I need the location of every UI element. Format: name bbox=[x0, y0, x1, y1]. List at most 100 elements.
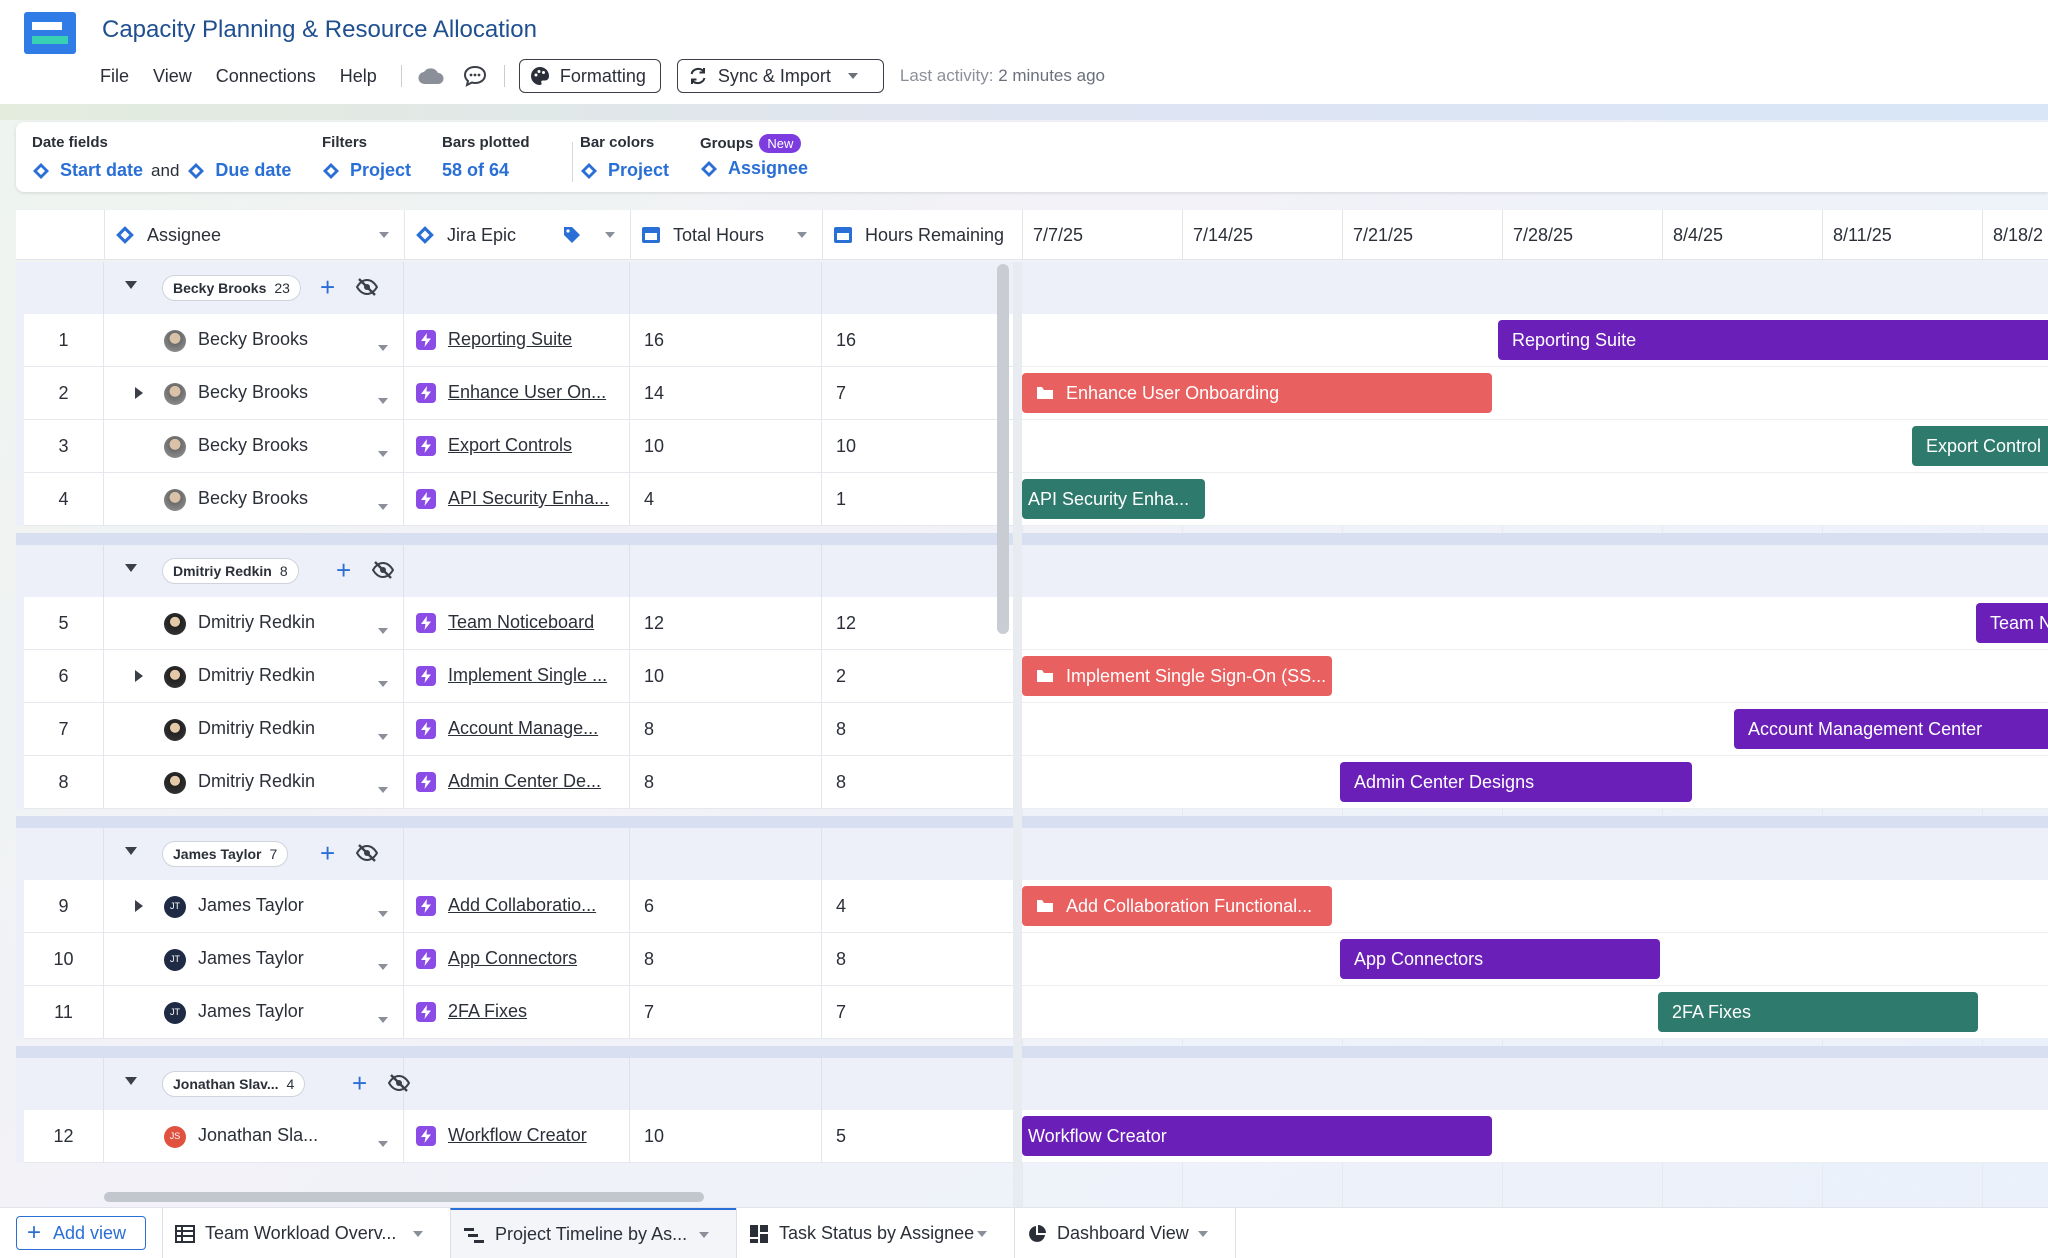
jira-epic-cell[interactable]: App Connectors bbox=[404, 933, 630, 986]
table-row[interactable]: 5 Dmitriy Redkin Team Noticeboard 12 12 bbox=[24, 597, 1013, 650]
hide-icon[interactable] bbox=[388, 1074, 410, 1092]
expand-row-icon[interactable] bbox=[134, 386, 144, 400]
expand-row-icon[interactable] bbox=[134, 899, 144, 913]
collapse-group-icon[interactable] bbox=[124, 563, 138, 573]
hours-remaining-cell[interactable]: 5 bbox=[822, 1110, 1005, 1163]
chevron-down-icon[interactable] bbox=[378, 231, 390, 239]
epic-link[interactable]: Add Collaboratio... bbox=[448, 895, 596, 916]
total-hours-cell[interactable]: 14 bbox=[630, 367, 822, 420]
hours-remaining-cell[interactable]: 10 bbox=[822, 420, 1005, 473]
assignee-cell[interactable]: JT James Taylor bbox=[104, 880, 404, 933]
chevron-down-icon[interactable] bbox=[377, 955, 389, 976]
hours-remaining-cell[interactable]: 8 bbox=[822, 756, 1005, 809]
vertical-scrollbar[interactable] bbox=[997, 264, 1009, 634]
epic-link[interactable]: 2FA Fixes bbox=[448, 1001, 527, 1022]
total-hours-cell[interactable]: 12 bbox=[630, 597, 822, 650]
tag-icon[interactable] bbox=[562, 225, 582, 245]
table-row[interactable]: 9 JT James Taylor Add Collaboratio... 6 4 bbox=[24, 880, 1013, 933]
chevron-down-icon[interactable] bbox=[377, 672, 389, 693]
epic-link[interactable]: Export Controls bbox=[448, 435, 572, 456]
jira-epic-cell[interactable]: Workflow Creator bbox=[404, 1110, 630, 1163]
total-hours-cell[interactable]: 10 bbox=[630, 650, 822, 703]
chevron-down-icon[interactable] bbox=[377, 389, 389, 410]
gantt-bar[interactable]: Admin Center Designs bbox=[1340, 762, 1692, 802]
table-row[interactable]: 10 JT James Taylor App Connectors 8 8 bbox=[24, 933, 1013, 986]
chevron-down-icon[interactable] bbox=[377, 336, 389, 357]
groups-setting[interactable]: Groups New Assignee bbox=[700, 134, 808, 179]
table-row[interactable]: 2 Becky Brooks Enhance User On... 14 7 bbox=[24, 367, 1013, 420]
gantt-bar[interactable]: Team N bbox=[1976, 603, 2048, 643]
jira-epic-cell[interactable]: Reporting Suite bbox=[404, 314, 630, 367]
hide-icon[interactable] bbox=[356, 278, 378, 296]
assignee-cell[interactable]: Becky Brooks bbox=[104, 420, 404, 473]
gantt-bar[interactable]: App Connectors bbox=[1340, 939, 1660, 979]
chevron-down-icon[interactable] bbox=[377, 778, 389, 799]
hours-remaining-cell[interactable]: 7 bbox=[822, 367, 1005, 420]
chevron-down-icon[interactable] bbox=[377, 1008, 389, 1029]
collapse-group-icon[interactable] bbox=[124, 280, 138, 290]
hide-icon[interactable] bbox=[356, 844, 378, 862]
chevron-down-icon[interactable] bbox=[377, 902, 389, 923]
start-date-field[interactable]: Start date bbox=[60, 160, 143, 181]
chevron-down-icon[interactable] bbox=[604, 231, 616, 239]
jira-epic-cell[interactable]: 2FA Fixes bbox=[404, 986, 630, 1039]
table-row[interactable]: 1 Becky Brooks Reporting Suite 16 16 bbox=[24, 314, 1013, 367]
epic-link[interactable]: Team Noticeboard bbox=[448, 612, 594, 633]
add-row-icon[interactable]: + bbox=[320, 840, 335, 866]
add-row-icon[interactable]: + bbox=[336, 557, 351, 583]
column-total-hours[interactable]: Total Hours bbox=[630, 210, 822, 260]
add-view-button[interactable]: + Add view bbox=[16, 1216, 146, 1250]
hours-remaining-cell[interactable]: 7 bbox=[822, 986, 1005, 1039]
formatting-button[interactable]: Formatting bbox=[518, 59, 661, 93]
epic-link[interactable]: API Security Enha... bbox=[448, 488, 609, 509]
tab-project-timeline[interactable]: Project Timeline by As... bbox=[450, 1208, 736, 1258]
epic-link[interactable]: Implement Single ... bbox=[448, 665, 607, 686]
table-row[interactable]: 7 Dmitriy Redkin Account Manage... 8 8 bbox=[24, 703, 1013, 756]
assignee-cell[interactable]: Dmitriy Redkin bbox=[104, 650, 404, 703]
epic-link[interactable]: Admin Center De... bbox=[448, 771, 601, 792]
tab-task-status[interactable]: Task Status by Assignee bbox=[736, 1208, 1014, 1258]
chevron-down-icon[interactable] bbox=[377, 495, 389, 516]
hide-icon[interactable] bbox=[372, 561, 394, 579]
assignee-cell[interactable]: JS Jonathan Sla... bbox=[104, 1110, 404, 1163]
add-row-icon[interactable]: + bbox=[352, 1070, 367, 1096]
menu-help[interactable]: Help bbox=[340, 66, 377, 87]
table-row[interactable]: 8 Dmitriy Redkin Admin Center De... 8 8 bbox=[24, 756, 1013, 809]
hours-remaining-cell[interactable]: 1 bbox=[822, 473, 1005, 526]
gantt-bar[interactable]: Account Management Center bbox=[1734, 709, 2048, 749]
table-row[interactable]: 6 Dmitriy Redkin Implement Single ... 10 2 bbox=[24, 650, 1013, 703]
hours-remaining-cell[interactable]: 8 bbox=[822, 703, 1005, 756]
bars-plotted-setting[interactable]: Bars plotted 58 of 64 bbox=[442, 134, 530, 181]
pane-splitter[interactable] bbox=[1013, 262, 1022, 1207]
jira-epic-cell[interactable]: Account Manage... bbox=[404, 703, 630, 756]
chevron-down-icon[interactable] bbox=[377, 725, 389, 746]
add-row-icon[interactable]: + bbox=[320, 274, 335, 300]
total-hours-cell[interactable]: 8 bbox=[630, 756, 822, 809]
chevron-down-icon[interactable] bbox=[377, 442, 389, 463]
total-hours-cell[interactable]: 6 bbox=[630, 880, 822, 933]
total-hours-cell[interactable]: 7 bbox=[630, 986, 822, 1039]
epic-link[interactable]: App Connectors bbox=[448, 948, 577, 969]
assignee-cell[interactable]: Dmitriy Redkin bbox=[104, 597, 404, 650]
menu-file[interactable]: File bbox=[100, 66, 129, 87]
cloud-icon[interactable] bbox=[416, 62, 446, 90]
column-jira-epic[interactable]: Jira Epic bbox=[404, 210, 630, 260]
chevron-down-icon[interactable] bbox=[377, 1132, 389, 1153]
jira-epic-cell[interactable]: Implement Single ... bbox=[404, 650, 630, 703]
document-title[interactable]: Capacity Planning & Resource Allocation bbox=[102, 16, 537, 44]
table-row[interactable]: 4 Becky Brooks API Security Enha... 4 1 bbox=[24, 473, 1013, 526]
jira-epic-cell[interactable]: Enhance User On... bbox=[404, 367, 630, 420]
gantt-bar[interactable]: Add Collaboration Functional... bbox=[1022, 886, 1332, 926]
tab-team-workload[interactable]: Team Workload Overv... bbox=[162, 1208, 450, 1258]
total-hours-cell[interactable]: 10 bbox=[630, 1110, 822, 1163]
hours-remaining-cell[interactable]: 16 bbox=[822, 314, 1005, 367]
gantt-bar[interactable]: Workflow Creator bbox=[1022, 1116, 1492, 1156]
column-assignee[interactable]: Assignee bbox=[104, 210, 404, 260]
hours-remaining-cell[interactable]: 8 bbox=[822, 933, 1005, 986]
gantt-bar[interactable]: Export Control bbox=[1912, 426, 2048, 466]
hours-remaining-cell[interactable]: 12 bbox=[822, 597, 1005, 650]
gantt-bar[interactable]: Enhance User Onboarding bbox=[1022, 373, 1492, 413]
assignee-cell[interactable]: Dmitriy Redkin bbox=[104, 756, 404, 809]
chevron-down-icon[interactable] bbox=[377, 619, 389, 640]
total-hours-cell[interactable]: 4 bbox=[630, 473, 822, 526]
